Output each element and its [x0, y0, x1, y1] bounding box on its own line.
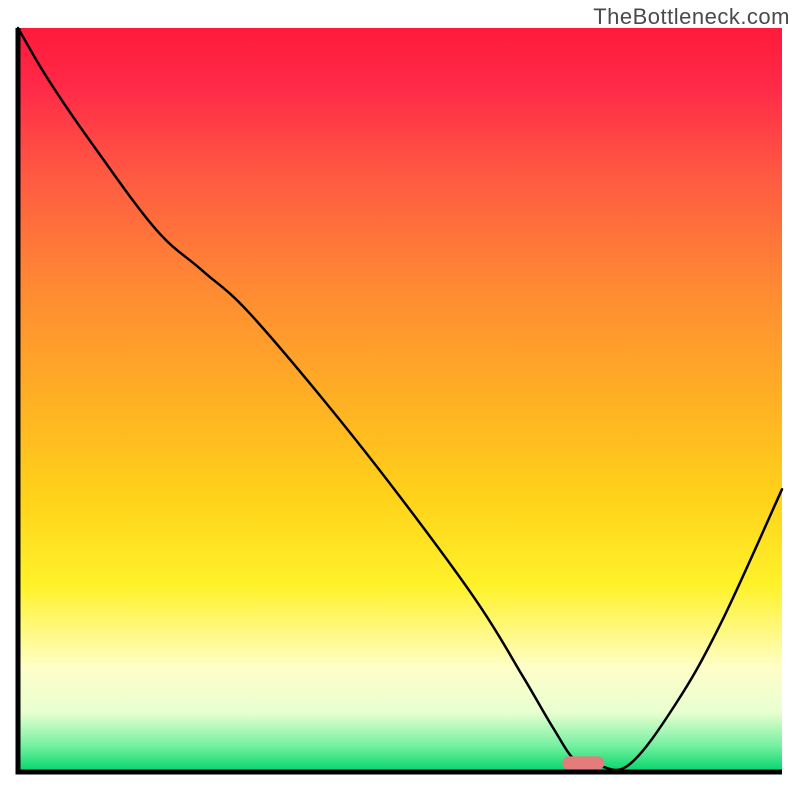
optimum-marker: [562, 756, 604, 769]
chart-plot: [0, 0, 800, 800]
plot-background: [18, 28, 782, 772]
watermark: TheBottleneck.com: [593, 4, 790, 30]
